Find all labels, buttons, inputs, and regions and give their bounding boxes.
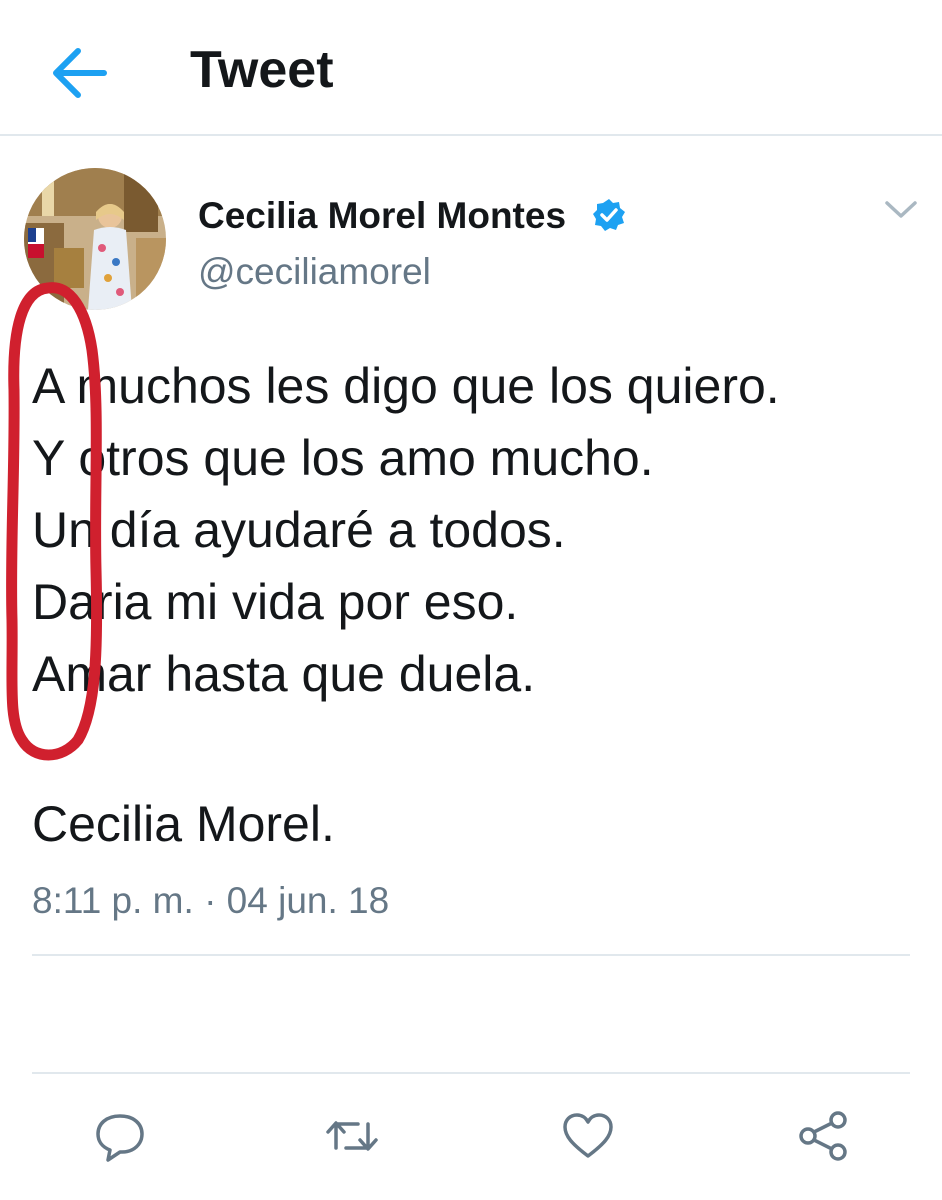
retweet-icon [326,1121,378,1151]
arrow-left-icon [53,48,107,98]
avatar[interactable] [24,168,166,310]
like-icon [563,1113,613,1158]
divider [32,1072,910,1074]
author-handle[interactable]: @ceciliamorel [198,250,431,294]
retweet-button[interactable] [322,1106,382,1166]
tweet-line: Daria mi vida por eso. [32,574,519,630]
share-button[interactable] [794,1106,854,1166]
tweet-line: Y otros que los amo mucho. [32,430,654,486]
chevron-down-icon [885,201,917,218]
share-icon [799,1111,847,1161]
verified-badge-icon [592,198,626,232]
divider [32,954,910,956]
tweet-signature: Cecilia Morel. [32,796,335,852]
tweet-text: A muchos les digo que los quiero. Y otro… [32,350,922,710]
tweet-timestamp[interactable]: 8:11 p. m. · 04 jun. 18 [32,878,389,924]
page-title: Tweet [190,41,334,99]
author-display-name[interactable]: Cecilia Morel Montes [198,194,566,238]
like-button[interactable] [558,1106,618,1166]
more-options-button[interactable] [884,198,918,222]
back-button[interactable] [50,46,108,100]
top-bar: Tweet [0,0,942,136]
reply-button[interactable] [90,1106,150,1166]
profile-photo [24,168,166,310]
reply-icon [96,1114,144,1162]
tweet-line: A muchos les digo que los quiero. [32,358,780,414]
tweet-line: Un día ayudaré a todos. [32,502,566,558]
tweet-line: Amar hasta que duela. [32,646,536,702]
